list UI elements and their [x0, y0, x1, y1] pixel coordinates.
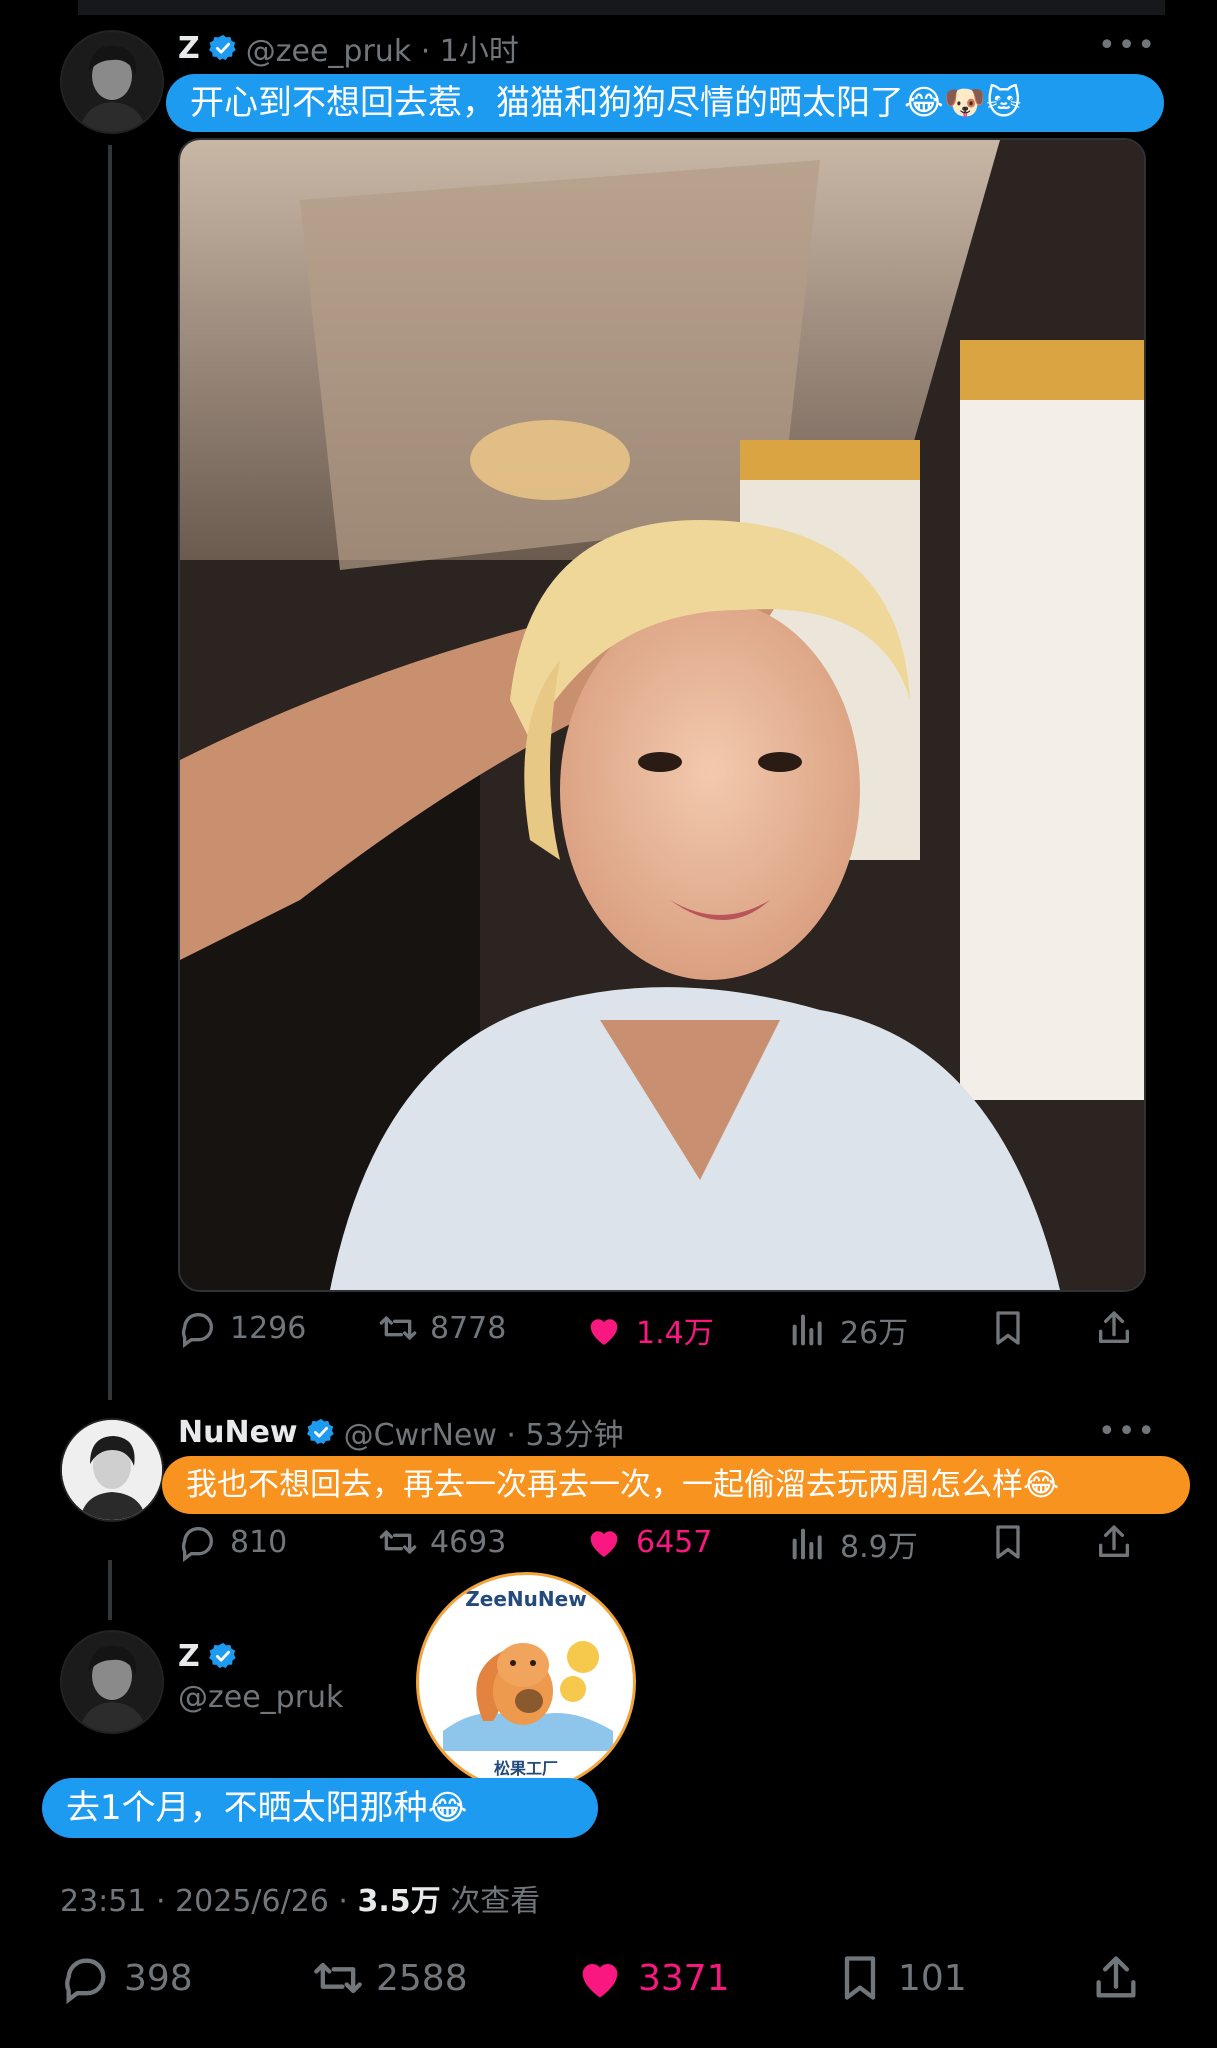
verified-badge-icon	[208, 1642, 236, 1669]
bookmark-icon	[996, 1525, 1020, 1559]
tweet3-text-bubble: 去1个月，不晒太阳那种😂	[42, 1778, 598, 1838]
views-chart-icon	[792, 1528, 822, 1560]
reply-button[interactable]: 398	[60, 1952, 193, 2004]
verified-badge-icon	[208, 34, 236, 61]
avatar-zee[interactable]	[60, 1630, 164, 1734]
bookmark-icon	[844, 1956, 876, 2000]
emoji-laugh-dog-cat-icon: 😂🐶🐱	[904, 83, 1022, 123]
handle[interactable]: @zee_pruk	[178, 1680, 343, 1715]
avatar-zee[interactable]	[60, 30, 164, 134]
tweet3-header: Z	[178, 1636, 238, 1676]
tweet1-text-bubble: 开心到不想回去惹，猫猫和狗狗尽情的晒太阳了😂🐶🐱	[166, 74, 1164, 132]
retweet-count: 2588	[376, 1957, 468, 1999]
like-button[interactable]: 1.4万	[584, 1308, 714, 1352]
share-button[interactable]	[1090, 1952, 1142, 2004]
retweet-count: 4693	[430, 1524, 507, 1560]
bookmark-button[interactable]: 101	[834, 1952, 967, 2004]
display-name[interactable]: Z	[178, 1639, 200, 1674]
share-button[interactable]	[1094, 1308, 1134, 1348]
tweet-text: 我也不想回去，再去一次再去一次，一起偷溜去玩两周怎么样	[186, 1467, 1023, 1503]
like-count: 1.4万	[636, 1316, 714, 1351]
watermark-top-text: ZeeNuNew	[465, 1587, 587, 1611]
share-button[interactable]	[1094, 1522, 1134, 1562]
retweet-button[interactable]: 8778	[378, 1308, 506, 1348]
heart-icon	[582, 1963, 618, 1998]
tweet-photo[interactable]	[178, 138, 1146, 1292]
like-button[interactable]: 6457	[584, 1522, 712, 1562]
views-button[interactable]: 8.9万	[788, 1522, 918, 1566]
timestamp[interactable]: 23:51 · 2025/6/26 ·	[60, 1884, 358, 1919]
like-count: 3371	[638, 1957, 730, 1999]
thread-line	[108, 145, 112, 1400]
bookmark-count: 101	[898, 1957, 967, 1999]
reply-button[interactable]: 1296	[178, 1308, 306, 1348]
bookmark-button[interactable]	[988, 1308, 1028, 1348]
reply-button[interactable]: 810	[178, 1522, 287, 1562]
tweet-meta: 23:51 · 2025/6/26 · 3.5万 次查看	[60, 1876, 540, 1920]
retweet-icon	[379, 1316, 417, 1340]
avatar-nunew[interactable]	[60, 1418, 164, 1522]
tweet2-text-bubble: 我也不想回去，再去一次再去一次，一起偷溜去玩两周怎么样😂	[162, 1456, 1190, 1514]
emoji-laugh-icon: 😂	[1023, 1467, 1060, 1503]
verified-badge-icon	[306, 1418, 334, 1445]
bookmark-icon	[996, 1311, 1020, 1345]
top-bar	[78, 0, 1165, 15]
tweet1-header: Z @zee_pruk · 1小时	[178, 28, 519, 70]
display-name[interactable]: NuNew	[178, 1415, 298, 1450]
views-total: 3.5万	[357, 1884, 441, 1919]
emoji-laugh-icon: 😂	[427, 1788, 468, 1828]
handle-time: @CwrNew · 53分钟	[343, 1418, 624, 1453]
avatar-portrait-icon	[62, 32, 162, 132]
more-options-icon[interactable]: •••	[1098, 1414, 1157, 1449]
retweet-button[interactable]: 4693	[378, 1522, 506, 1562]
bookmark-button[interactable]	[988, 1522, 1028, 1562]
avatar-portrait-icon	[62, 1420, 162, 1520]
display-name[interactable]: Z	[178, 31, 200, 66]
heart-icon	[590, 1319, 618, 1345]
watermark-bottom-text: 松果工厂	[493, 1759, 558, 1778]
view-count: 8.9万	[840, 1530, 918, 1565]
thread-line	[108, 1560, 112, 1620]
reply-count: 810	[230, 1524, 288, 1560]
retweet-count: 8778	[430, 1310, 507, 1346]
retweet-icon	[314, 1962, 362, 1994]
share-icon	[1099, 1525, 1129, 1557]
reply-count: 1296	[230, 1310, 307, 1346]
share-icon	[1099, 1311, 1129, 1343]
more-options-icon[interactable]: •••	[1098, 28, 1157, 63]
views-chart-icon	[792, 1314, 822, 1346]
tweet-text: 开心到不想回去惹，猫猫和狗狗尽情的晒太阳了	[190, 83, 904, 123]
reply-count: 398	[124, 1957, 193, 1999]
reply-icon	[65, 1958, 106, 2004]
retweet-icon	[379, 1530, 417, 1554]
handle-time: @zee_pruk · 1小时	[245, 34, 519, 69]
watermark-badge: ZeeNuNew 松果工厂	[416, 1572, 636, 1792]
reply-icon	[181, 1312, 213, 1348]
like-count: 6457	[636, 1524, 713, 1560]
tweet-text: 去1个月，不晒太阳那种	[66, 1788, 428, 1828]
reply-icon	[181, 1526, 213, 1562]
share-icon	[1096, 1956, 1136, 1998]
view-count: 26万	[840, 1316, 909, 1351]
views-label: 次查看	[440, 1884, 541, 1919]
retweet-button[interactable]: 2588	[312, 1952, 468, 2004]
heart-icon	[590, 1531, 618, 1557]
views-button[interactable]: 26万	[788, 1308, 908, 1352]
like-button[interactable]: 3371	[574, 1952, 730, 2004]
squirrel-mascot-icon	[443, 1641, 613, 1751]
avatar-portrait-icon	[62, 1632, 162, 1732]
selfie-image	[180, 140, 1144, 1290]
tweet2-header: NuNew @CwrNew · 53分钟	[178, 1412, 624, 1454]
